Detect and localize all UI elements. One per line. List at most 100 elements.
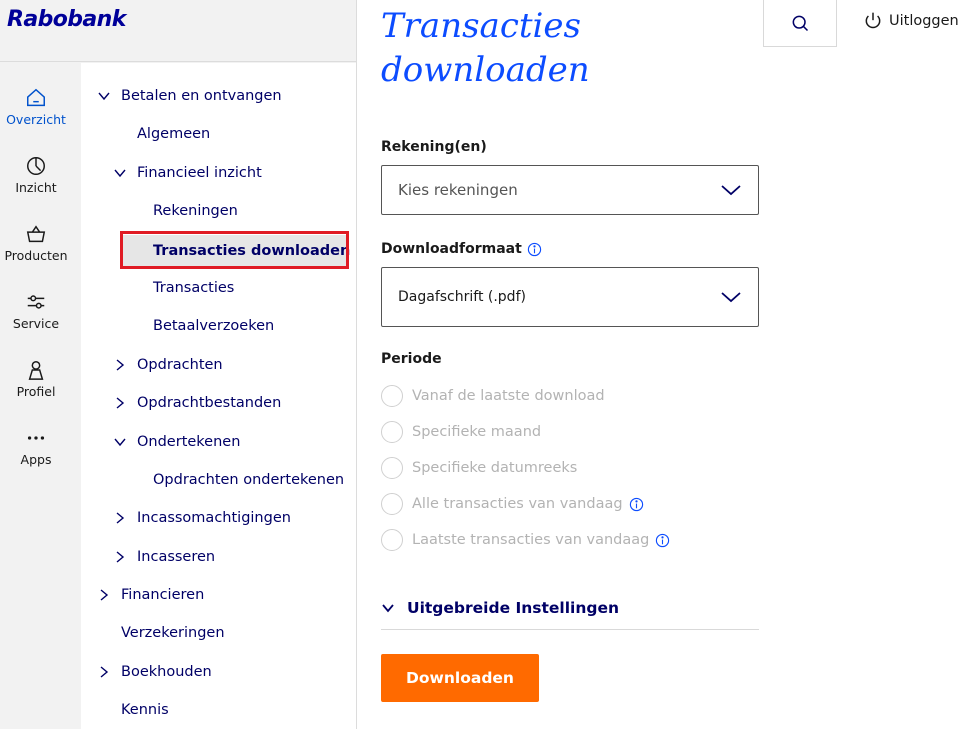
- radio-button[interactable]: [381, 385, 403, 407]
- period-option-laatste-vandaag[interactable]: Laatste transacties van vandaag: [381, 529, 670, 551]
- sidebar-item-inzicht[interactable]: Inzicht: [0, 155, 72, 195]
- period-option-alle-vandaag[interactable]: Alle transacties van vandaag: [381, 493, 644, 515]
- radio-button[interactable]: [381, 421, 403, 443]
- period-label: Periode: [381, 351, 442, 367]
- info-icon[interactable]: [527, 242, 542, 257]
- sidebar-label: Inzicht: [15, 180, 57, 195]
- format-select-value: Dagafschrift (.pdf): [398, 289, 526, 305]
- page-title-line1: Transacties: [381, 6, 581, 46]
- nav-item-label: Ondertekenen: [137, 434, 241, 450]
- period-option-label: Alle transacties van vandaag: [412, 496, 623, 512]
- nav-item-label: Opdrachten: [137, 357, 223, 373]
- nav-item-rekeningen[interactable]: Rekeningen: [153, 198, 238, 224]
- basket-icon: [26, 225, 46, 243]
- sidebar-label: Producten: [4, 248, 68, 263]
- accounts-select-placeholder: Kies rekeningen: [398, 181, 518, 199]
- period-option-label: Specifieke maand: [412, 424, 542, 440]
- logout-button[interactable]: Uitloggen: [863, 10, 959, 32]
- sub-navigation: Betalen en ontvangen Algemeen Financieel…: [81, 63, 356, 729]
- nav-item-algemeen[interactable]: Algemeen: [137, 121, 210, 147]
- format-select[interactable]: Dagafschrift (.pdf): [381, 267, 759, 327]
- format-label: Downloadformaat: [381, 241, 542, 257]
- home-icon: [27, 88, 45, 107]
- sidebar-item-apps[interactable]: Apps: [0, 427, 72, 467]
- radio-button[interactable]: [381, 457, 403, 479]
- logout-label: Uitloggen: [889, 13, 959, 29]
- nav-item-betaalverzoeken[interactable]: Betaalverzoeken: [153, 313, 274, 339]
- chevron-right-icon: [116, 512, 125, 524]
- nav-item-opdrachten[interactable]: Opdrachten: [113, 352, 223, 378]
- chevron-right-icon: [116, 397, 125, 409]
- period-label-text: Periode: [381, 351, 442, 367]
- nav-item-label: Kennis: [121, 702, 169, 718]
- accounts-select[interactable]: Kies rekeningen: [381, 165, 759, 215]
- sidebar-item-overzicht[interactable]: Overzicht: [0, 87, 72, 127]
- nav-item-label: Rekeningen: [153, 203, 238, 219]
- radio-button[interactable]: [381, 493, 403, 515]
- nav-item-label: Betalen en ontvangen: [121, 88, 282, 104]
- nav-item-opdrachtbestanden[interactable]: Opdrachtbestanden: [113, 390, 281, 416]
- period-option-label: Vanaf de laatste download: [412, 388, 605, 404]
- format-label-text: Downloadformaat: [381, 241, 522, 257]
- info-icon[interactable]: [629, 497, 644, 512]
- nav-item-incasseren[interactable]: Incasseren: [113, 544, 215, 570]
- page-title-line2: downloaden: [381, 50, 590, 90]
- chevron-down-icon: [114, 438, 126, 447]
- nav-item-financieel-inzicht[interactable]: Financieel inzicht: [113, 160, 262, 186]
- chevron-down-icon: [721, 292, 741, 303]
- nav-item-boekhouden[interactable]: Boekhouden: [97, 659, 212, 685]
- dots-icon: [27, 436, 45, 440]
- page-title: Transacties downloaden: [381, 4, 590, 92]
- search-button[interactable]: [763, 0, 837, 47]
- download-button[interactable]: Downloaden: [381, 654, 539, 702]
- chevron-down-icon: [382, 603, 394, 612]
- brand-header: Rabobank: [0, 0, 356, 62]
- pie-chart-icon: [27, 157, 45, 175]
- rabobank-logo[interactable]: Rabobank: [7, 7, 126, 32]
- main-content: Transacties downloaden Uitloggen Rekenin…: [357, 0, 966, 729]
- nav-item-label: Incasseren: [137, 549, 216, 565]
- navigation-panel: Rabobank Overzicht Inzicht Producten Ser…: [0, 0, 357, 729]
- sliders-icon: [27, 295, 45, 309]
- nav-item-betalen-en-ontvangen[interactable]: Betalen en ontvangen: [97, 83, 282, 109]
- advanced-settings-label: Uitgebreide Instellingen: [407, 598, 620, 617]
- period-option-label: Specifieke datumreeks: [412, 460, 578, 476]
- nav-item-financieren[interactable]: Financieren: [97, 582, 204, 608]
- nav-item-verzekeringen[interactable]: Verzekeringen: [121, 620, 225, 646]
- sidebar-label: Profiel: [16, 384, 56, 399]
- nav-item-ondertekenen[interactable]: Ondertekenen: [113, 429, 240, 455]
- nav-item-label: Opdrachten ondertekenen: [153, 472, 345, 488]
- nav-item-label: Betaalverzoeken: [153, 318, 275, 334]
- chevron-down-icon: [114, 169, 126, 178]
- period-option-laatste-download[interactable]: Vanaf de laatste download: [381, 385, 605, 407]
- nav-item-label: Verzekeringen: [121, 625, 225, 641]
- period-option-label: Laatste transacties van vandaag: [412, 532, 650, 548]
- nav-item-label: Transacties downloaden: [153, 243, 351, 259]
- nav-item-label: Incassomachtigingen: [137, 510, 291, 526]
- accounts-label: Rekening(en): [381, 139, 487, 155]
- period-option-specifieke-maand[interactable]: Specifieke maand: [381, 421, 541, 443]
- nav-item-kennis[interactable]: Kennis: [121, 697, 169, 723]
- nav-item-label: Transacties: [153, 280, 235, 296]
- sidebar-label: Overzicht: [6, 112, 66, 127]
- nav-item-label: Financieel inzicht: [137, 165, 262, 181]
- radio-button[interactable]: [381, 529, 403, 551]
- nav-item-transacties-downloaden[interactable]: Transacties downloaden: [123, 235, 351, 267]
- chevron-right-icon: [116, 551, 125, 563]
- nav-item-opdrachten-ondertekenen[interactable]: Opdrachten ondertekenen: [153, 467, 344, 493]
- chevron-down-icon: [98, 92, 110, 101]
- sidebar-label: Apps: [20, 452, 52, 467]
- icon-sidebar: Overzicht Inzicht Producten Service Prof…: [0, 63, 81, 729]
- sidebar-label: Service: [12, 316, 60, 331]
- nav-item-transacties[interactable]: Transacties: [153, 275, 234, 301]
- sidebar-item-producten[interactable]: Producten: [0, 223, 72, 263]
- nav-item-label: Boekhouden: [121, 664, 212, 680]
- period-option-datumreeks[interactable]: Specifieke datumreeks: [381, 457, 577, 479]
- sidebar-item-service[interactable]: Service: [0, 291, 72, 331]
- chevron-right-icon: [100, 666, 109, 678]
- advanced-settings-toggle[interactable]: Uitgebreide Instellingen: [381, 586, 759, 630]
- person-icon: [28, 361, 44, 380]
- nav-item-incassomachtigingen[interactable]: Incassomachtigingen: [113, 505, 291, 531]
- info-icon[interactable]: [655, 533, 670, 548]
- sidebar-item-profiel[interactable]: Profiel: [0, 359, 72, 399]
